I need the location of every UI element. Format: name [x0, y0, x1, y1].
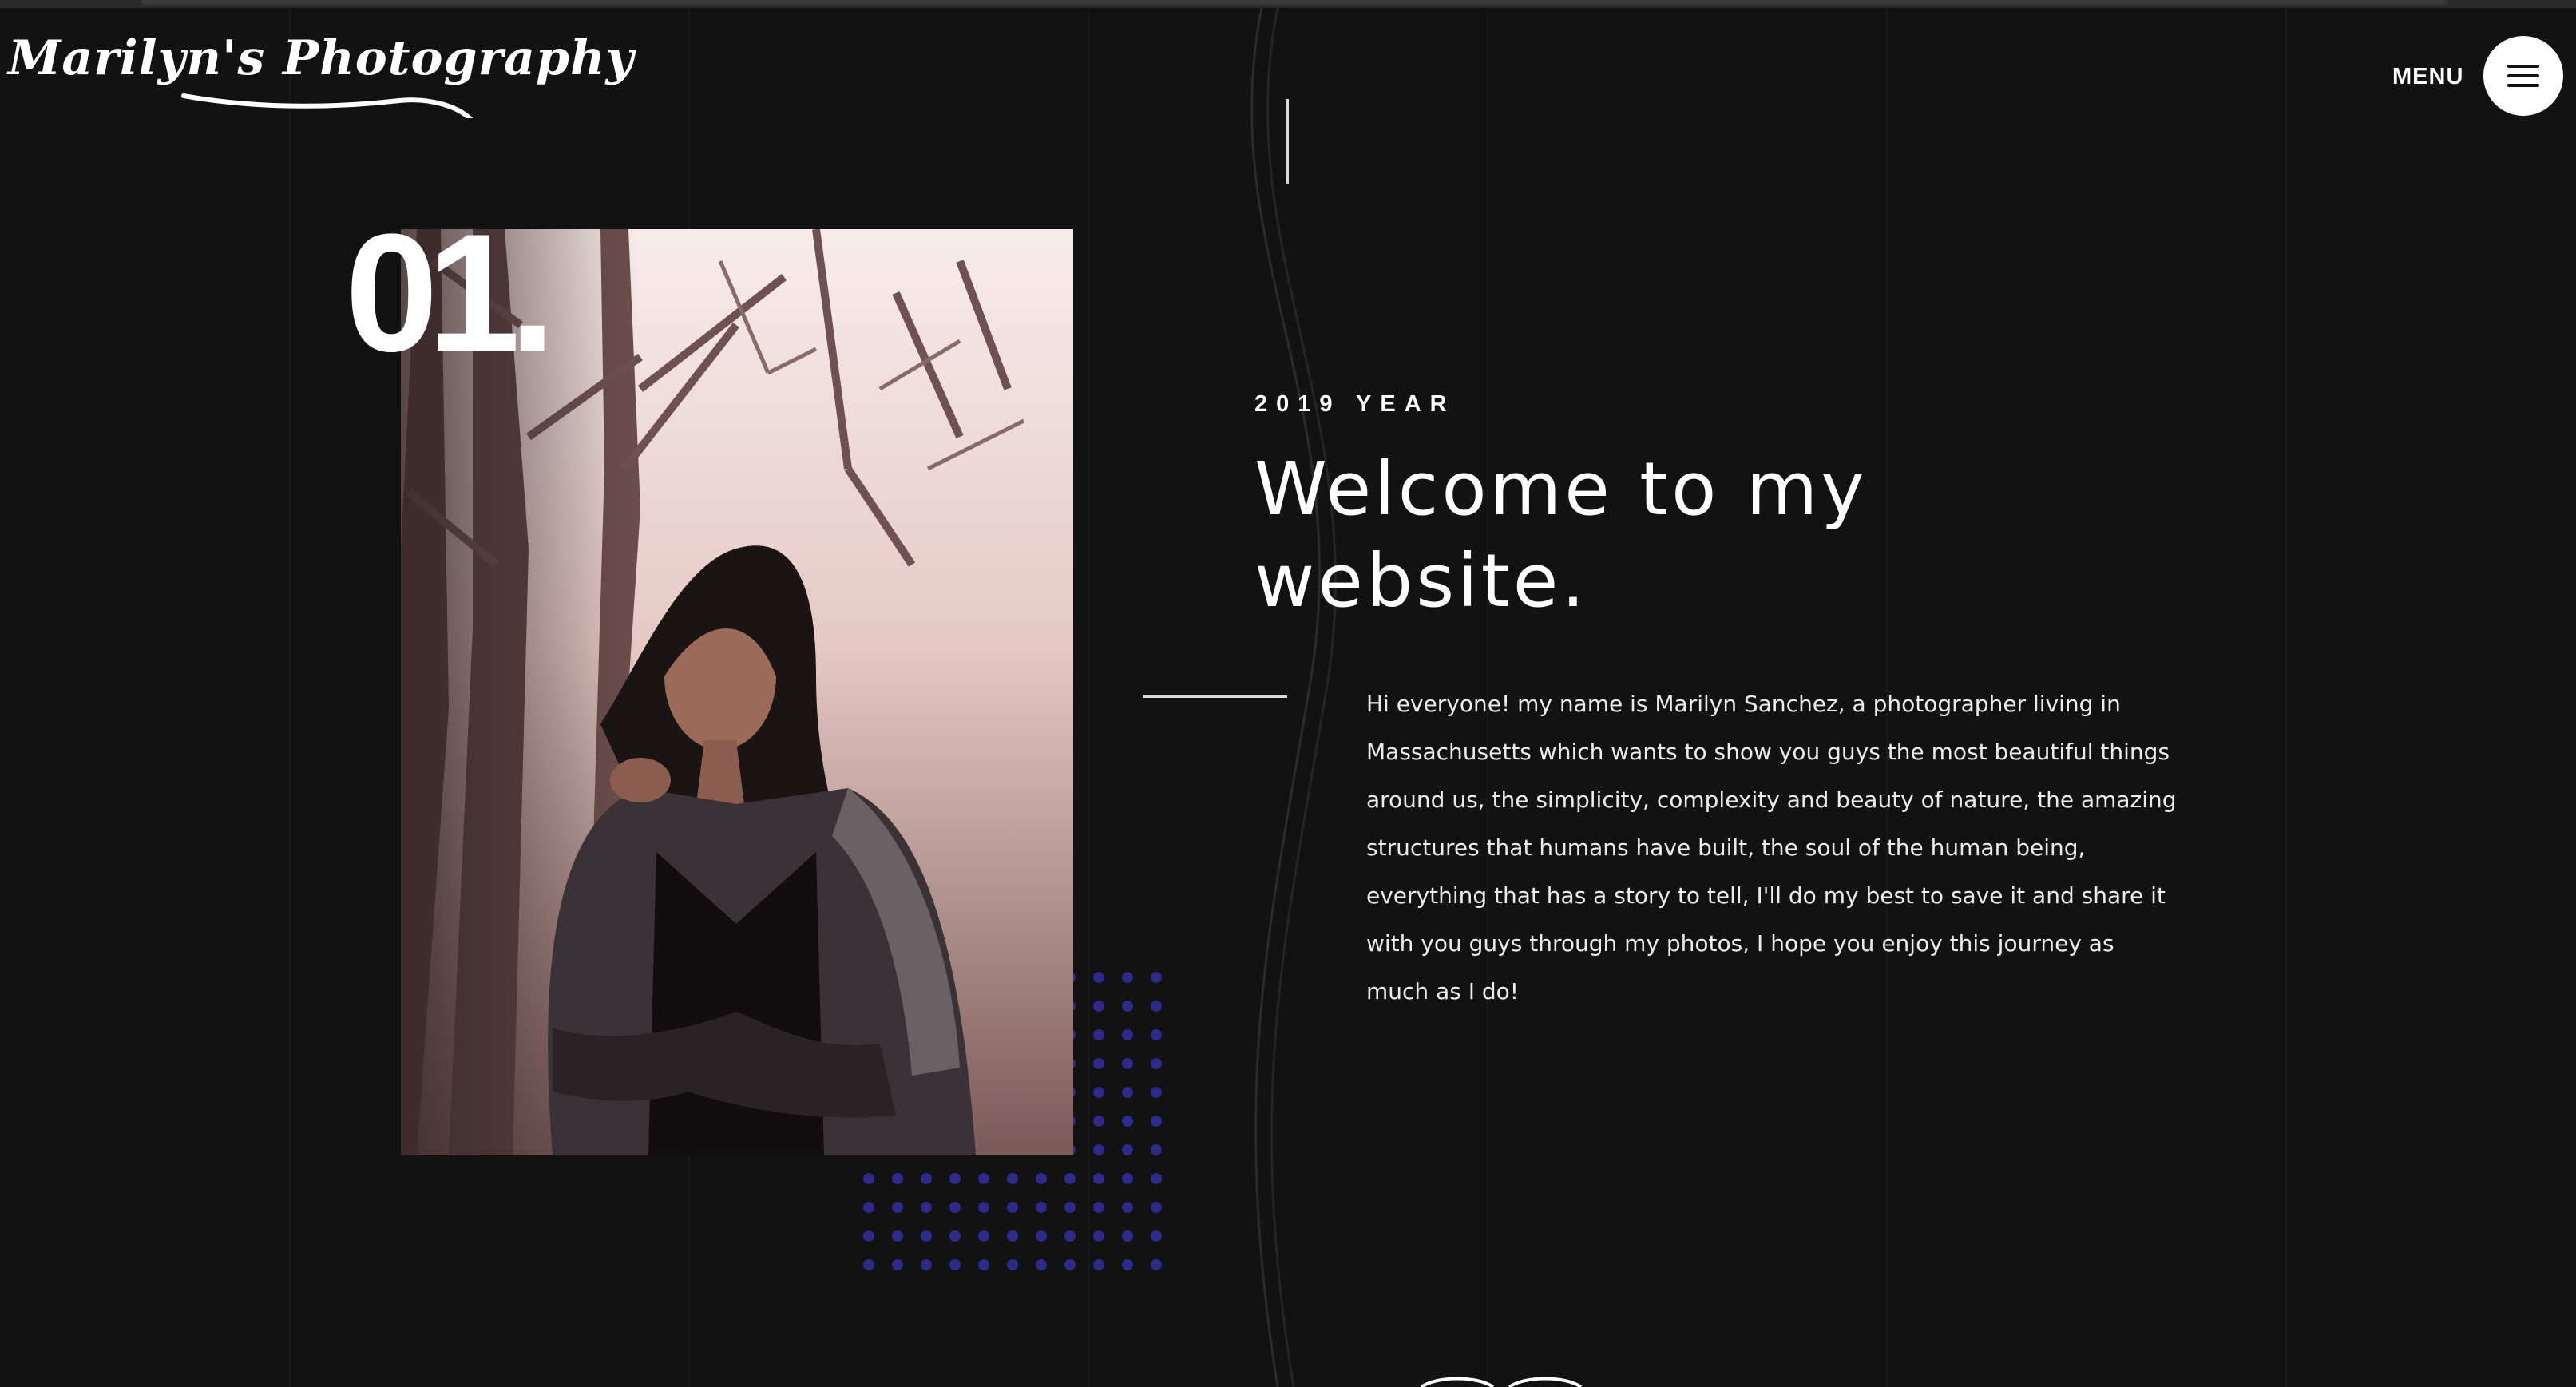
dot [863, 1173, 874, 1184]
dot [921, 1259, 932, 1270]
dot [1151, 1173, 1162, 1184]
dot [1064, 1259, 1076, 1270]
dot [949, 1202, 961, 1213]
dot [1064, 1202, 1076, 1213]
dot [892, 1173, 903, 1184]
dot [1036, 1202, 1047, 1213]
dot [1007, 1259, 1018, 1270]
dot [1093, 972, 1104, 983]
dot [892, 1202, 903, 1213]
dot [1093, 1202, 1104, 1213]
dot [1122, 1173, 1133, 1184]
grid-line [2285, 8, 2287, 1387]
dot [1122, 972, 1133, 983]
dot [892, 1230, 903, 1242]
dot [1007, 1202, 1018, 1213]
year-label: 2019 YEAR [1254, 391, 1456, 417]
dot [1064, 1173, 1076, 1184]
dot [1007, 1230, 1018, 1242]
dot [949, 1230, 961, 1242]
dot [1036, 1259, 1047, 1270]
section-number: 01. [345, 199, 556, 386]
dot [1093, 1001, 1104, 1012]
dot [1036, 1230, 1047, 1242]
page-title: Welcome to my website. [1254, 446, 1868, 624]
dot [1151, 1029, 1162, 1040]
dot [1064, 1230, 1076, 1242]
grid-line [289, 8, 291, 1387]
dot [1093, 1029, 1104, 1040]
browser-top-bar [0, 0, 2576, 8]
dot [978, 1230, 989, 1242]
dot [863, 1202, 874, 1213]
dot [892, 1259, 903, 1270]
dot [1122, 1001, 1133, 1012]
horizontal-divider [1143, 695, 1287, 698]
dot [1151, 972, 1162, 983]
dot [1151, 1087, 1162, 1098]
menu-button[interactable] [2483, 36, 2563, 116]
dot [863, 1259, 874, 1270]
dot [1093, 1144, 1104, 1155]
dot [1151, 1058, 1162, 1069]
dot [1122, 1029, 1133, 1040]
dot [1151, 1116, 1162, 1127]
dot [949, 1259, 961, 1270]
dot [1122, 1058, 1133, 1069]
dot [1151, 1202, 1162, 1213]
dot [921, 1230, 932, 1242]
dot [1122, 1144, 1133, 1155]
dot [978, 1173, 989, 1184]
dot [978, 1259, 989, 1270]
scroll-thumb[interactable] [141, 0, 2448, 5]
dot [1122, 1116, 1133, 1127]
bottom-decorative-arcs [1420, 1377, 1583, 1387]
dot [1122, 1087, 1133, 1098]
dot [1122, 1230, 1133, 1242]
dot [1093, 1058, 1104, 1069]
dot [1093, 1230, 1104, 1242]
dot [1151, 1001, 1162, 1012]
intro-paragraph: Hi everyone! my name is Marilyn Sanchez,… [1366, 691, 2177, 1005]
dot [1122, 1259, 1133, 1270]
dot [1093, 1173, 1104, 1184]
dot [1093, 1116, 1104, 1127]
dot [1151, 1259, 1162, 1270]
dot [1007, 1173, 1018, 1184]
dot [1036, 1173, 1047, 1184]
menu-label[interactable]: MENU [2392, 64, 2463, 90]
dot [1151, 1144, 1162, 1155]
dot [949, 1173, 961, 1184]
site-logo[interactable]: Marilyn's Photography [8, 30, 633, 118]
dot [1122, 1202, 1133, 1213]
vertical-divider [1286, 99, 1289, 184]
dot [1151, 1230, 1162, 1242]
dot [921, 1173, 932, 1184]
dot [863, 1230, 874, 1242]
dot [1093, 1259, 1104, 1270]
dot [978, 1202, 989, 1213]
logo-swash [181, 93, 474, 118]
dot [1093, 1087, 1104, 1098]
dot [921, 1202, 932, 1213]
